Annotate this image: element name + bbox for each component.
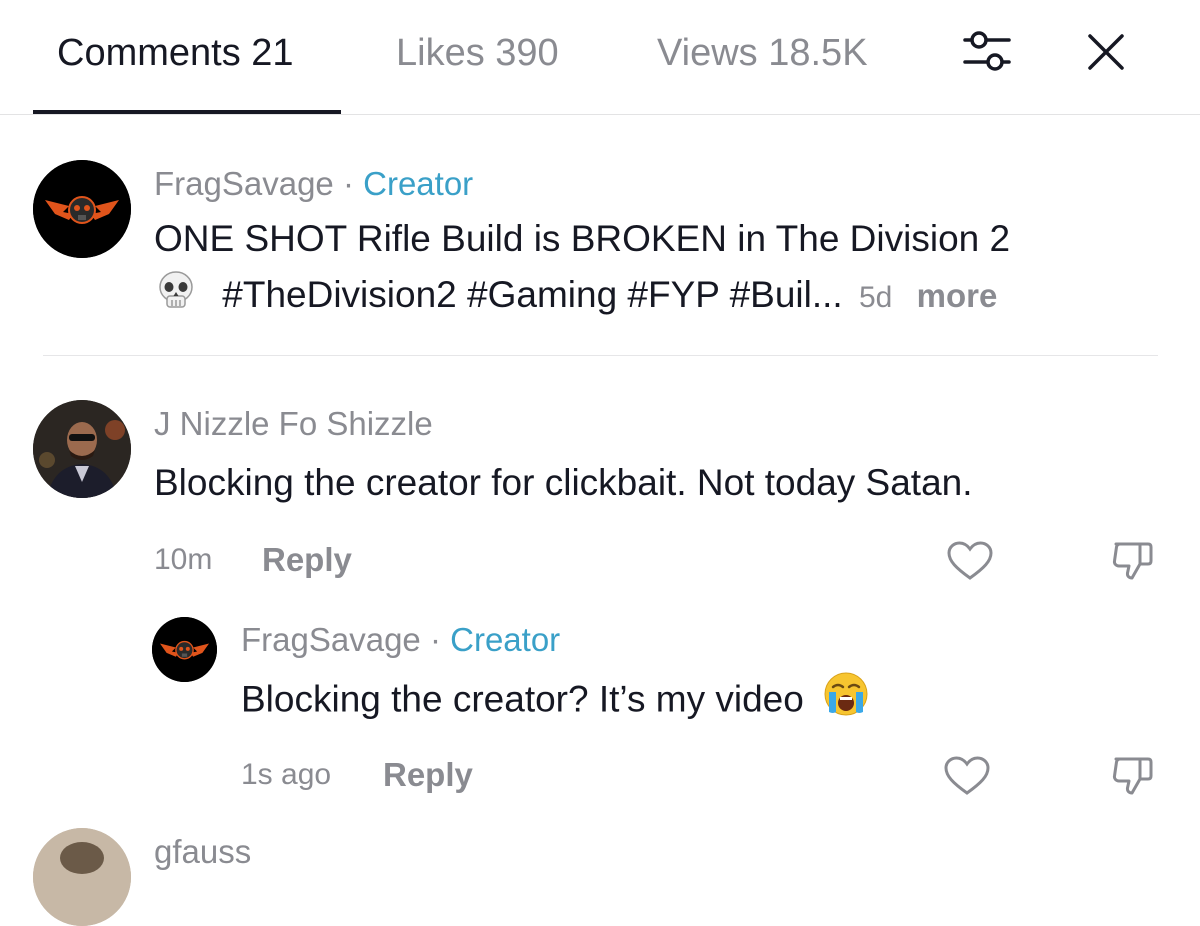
header-divider: [0, 114, 1200, 115]
more-link[interactable]: more: [917, 277, 998, 314]
fragsavage-logo-icon: [152, 617, 217, 682]
author-name[interactable]: FragSavage: [154, 165, 334, 202]
name-separator: ·: [342, 165, 354, 202]
comment-author[interactable]: J Nizzle Fo Shizzle: [154, 404, 433, 444]
creator-badge: Creator: [363, 165, 474, 202]
creator-badge: Creator: [450, 621, 561, 658]
comments-header: Comments 21 Likes 390 Views 18.5K: [0, 0, 1200, 115]
comment-text: Blocking the creator for clickbait. Not …: [154, 462, 973, 503]
caption-divider: [43, 355, 1158, 356]
avatar[interactable]: [33, 828, 131, 926]
caption-timestamp: 5d: [858, 281, 893, 315]
avatar[interactable]: [33, 400, 131, 498]
like-heart-icon[interactable]: [946, 540, 994, 582]
crying-face-icon: [822, 670, 870, 733]
user-photo-icon: [33, 400, 131, 498]
reply-timestamp: 1s ago: [241, 758, 332, 791]
comment-author[interactable]: gfauss: [154, 832, 251, 872]
reply-author[interactable]: FragSavage · Creator: [241, 620, 560, 660]
close-icon[interactable]: [1086, 32, 1126, 72]
reply-text-row: Blocking the creator? It’s my video: [241, 670, 870, 733]
caption-hashtags[interactable]: #TheDivision2 #Gaming #FYP #Buil...: [222, 274, 842, 315]
tab-likes[interactable]: Likes 390: [396, 30, 559, 76]
like-heart-icon[interactable]: [943, 755, 991, 797]
filter-sliders-icon[interactable]: [961, 28, 1013, 74]
reply-text: Blocking the creator? It’s my video: [241, 678, 804, 720]
user-photo-icon: [33, 828, 131, 926]
caption-line-2: #TheDivision2 #Gaming #FYP #Buil... 5d m…: [154, 268, 997, 327]
caption-line-1: ONE SHOT Rifle Build is BROKEN in The Di…: [154, 218, 1011, 259]
caption-author[interactable]: FragSavage · Creator: [154, 164, 473, 204]
author-name[interactable]: FragSavage: [241, 621, 421, 658]
fragsavage-logo-icon: [33, 160, 131, 258]
dislike-thumb-icon[interactable]: [1110, 753, 1156, 799]
skull-icon: [154, 268, 198, 327]
tab-comments[interactable]: Comments 21: [57, 30, 294, 76]
name-separator: ·: [429, 621, 441, 658]
tab-views[interactable]: Views 18.5K: [657, 30, 868, 76]
dislike-thumb-icon[interactable]: [1110, 538, 1156, 584]
reply-button[interactable]: Reply: [262, 540, 352, 580]
comment-timestamp: 10m: [154, 543, 213, 576]
creator-avatar[interactable]: [152, 617, 217, 682]
creator-avatar[interactable]: [33, 160, 131, 258]
reply-button[interactable]: Reply: [383, 755, 473, 795]
